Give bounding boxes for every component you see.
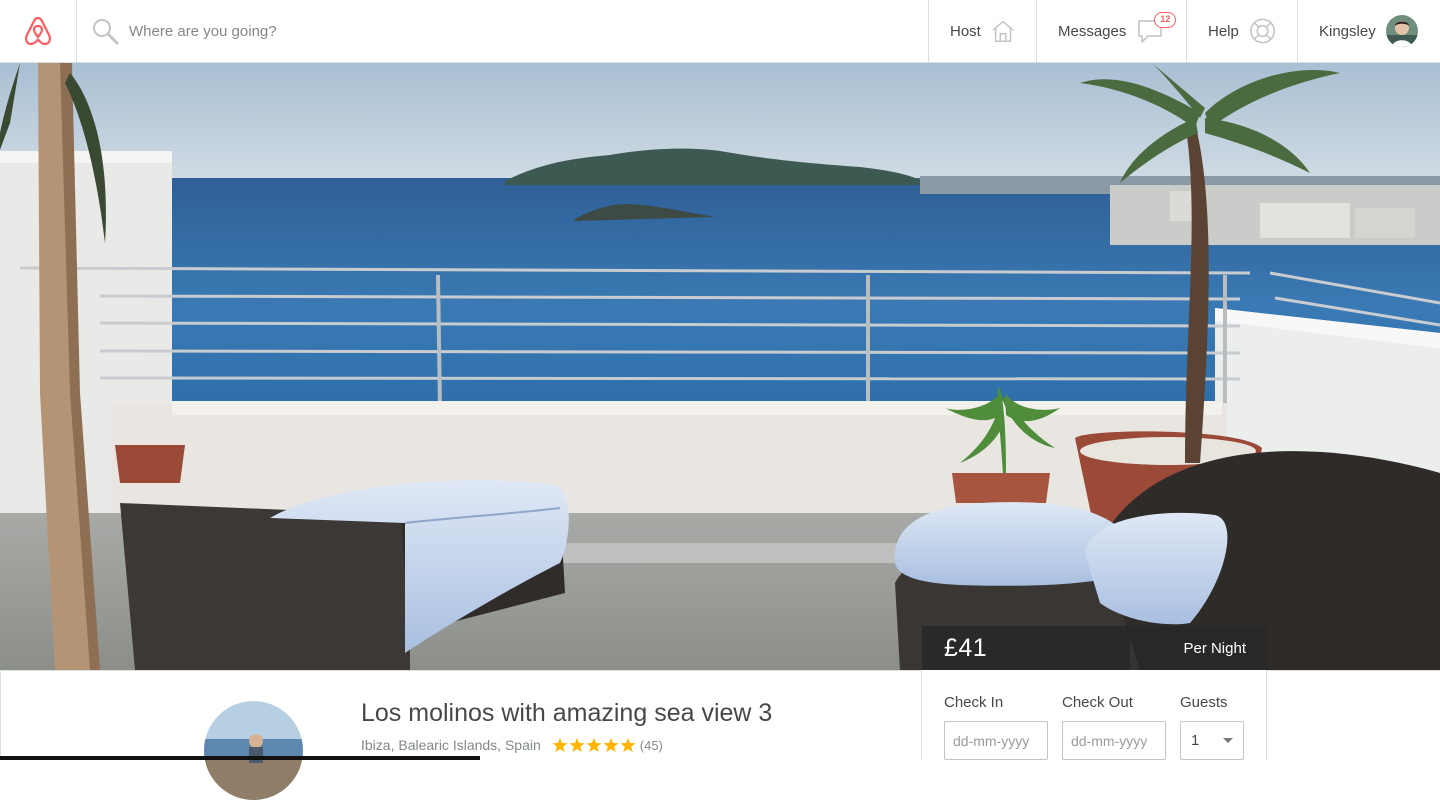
nav-host-label: Host: [950, 22, 981, 40]
search-input[interactable]: [129, 22, 729, 40]
user-avatar: [1385, 15, 1418, 47]
guests-value: 1: [1191, 732, 1200, 749]
guests-label: Guests: [1180, 694, 1228, 711]
check-out-field[interactable]: [1062, 721, 1166, 760]
chevron-down-icon: [1223, 738, 1233, 743]
check-in-field[interactable]: [944, 721, 1048, 760]
booking-panel: Check In Check Out Guests 1: [921, 670, 1267, 760]
star-rating: [552, 737, 637, 753]
nav-messages-label: Messages: [1058, 22, 1127, 40]
terrace-sea-view-image: [0, 63, 1440, 670]
nightly-price: £41: [944, 633, 988, 662]
review-count[interactable]: (45): [640, 738, 663, 753]
host-avatar[interactable]: [204, 701, 303, 800]
star-icon: [603, 738, 619, 752]
listing-location-line: Ibiza, Balearic Islands, Spain (45): [361, 737, 663, 753]
price-unit: Per Night: [1183, 639, 1246, 657]
messages-icon-wrap: 12: [1136, 12, 1177, 46]
check-in-label: Check In: [944, 694, 1004, 711]
home-icon: [992, 20, 1014, 42]
lifebuoy-icon: [1250, 18, 1275, 44]
listing-title: Los molinos with amazing sea view 3: [361, 699, 773, 727]
star-icon: [569, 738, 585, 752]
listing-location[interactable]: Ibiza, Balearic Islands, Spain: [361, 737, 541, 753]
status-bar: [0, 756, 480, 760]
star-icon: [586, 738, 602, 752]
nav-messages[interactable]: Messages 12: [1036, 0, 1186, 62]
star-icon: [552, 738, 568, 752]
guests-select[interactable]: 1: [1180, 721, 1244, 760]
search-icon: [93, 19, 119, 45]
star-icon: [620, 738, 636, 752]
logo-home-link[interactable]: [0, 0, 77, 62]
nav-user-label: Kingsley: [1319, 22, 1376, 40]
nav-help[interactable]: Help: [1186, 0, 1297, 62]
nav-help-label: Help: [1208, 22, 1239, 40]
messages-badge: 12: [1154, 12, 1177, 28]
check-out-label: Check Out: [1062, 694, 1133, 711]
nav-host[interactable]: Host: [928, 0, 1036, 62]
search-bar[interactable]: [77, 0, 928, 62]
airbnb-belo-icon: [25, 16, 51, 46]
nav-user-menu[interactable]: Kingsley: [1297, 0, 1440, 62]
listing-hero-photo[interactable]: £41 Per Night: [0, 63, 1440, 670]
top-nav: Host Messages 12 Help Kingsley: [0, 0, 1440, 63]
price-bar: £41 Per Night: [922, 626, 1268, 670]
